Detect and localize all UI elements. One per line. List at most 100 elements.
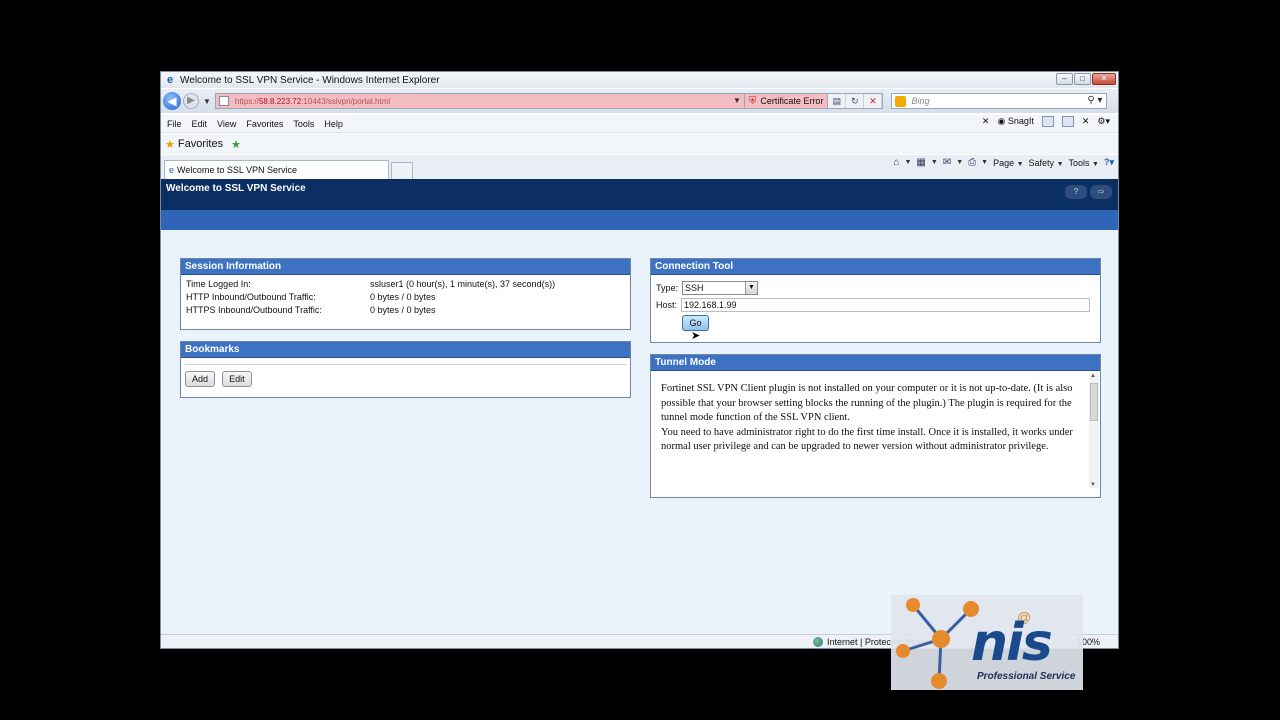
- close-window-button[interactable]: ✕: [1092, 73, 1116, 85]
- add-favorite-icon[interactable]: ★: [231, 138, 241, 151]
- browser-window: e Welcome to SSL VPN Service - Windows I…: [160, 71, 1119, 649]
- feeds-dropdown-icon[interactable]: ▼: [931, 159, 938, 166]
- certificate-error-label: Certificate Error: [760, 96, 824, 106]
- shield-warning-icon: ⛨: [748, 95, 757, 107]
- bookmarks-panel: Bookmarks Add Edit: [180, 341, 631, 398]
- mouse-cursor-icon: ➤: [691, 330, 701, 342]
- panel-title: Bookmarks: [181, 342, 630, 358]
- home-icon[interactable]: ⌂: [893, 157, 899, 168]
- help-button[interactable]: ?: [1065, 185, 1087, 199]
- safety-menu-label: Safety: [1028, 157, 1055, 168]
- new-tab-button[interactable]: [391, 162, 413, 179]
- help-icon[interactable]: ?▾: [1104, 157, 1114, 168]
- edit-bookmark-button[interactable]: Edit: [222, 371, 252, 387]
- snagit-button[interactable]: ◉ SnagIt: [997, 116, 1033, 127]
- message-scrollbar[interactable]: ▲ ▼: [1089, 373, 1099, 488]
- session-row: HTTPS Inbound/Outbound Traffic: 0 bytes …: [186, 305, 630, 318]
- watermark-tagline: Professional Service: [977, 671, 1076, 682]
- scroll-up-icon[interactable]: ▲: [1090, 373, 1096, 379]
- portal-title: Welcome to SSL VPN Service: [166, 183, 306, 194]
- globe-icon: [813, 637, 823, 647]
- logout-button[interactable]: ⇨: [1090, 185, 1112, 199]
- menu-view[interactable]: View: [217, 119, 236, 129]
- snagit-capture-icon[interactable]: [1041, 116, 1054, 127]
- portal-header: Welcome to SSL VPN Service ? ⇨: [161, 179, 1118, 210]
- address-dropdown-icon[interactable]: ▼: [733, 96, 741, 105]
- panel-title: Tunnel Mode: [651, 355, 1100, 371]
- certificate-error-button[interactable]: ⛨ Certificate Error: [744, 93, 829, 109]
- host-label: Host:: [656, 299, 678, 310]
- tunnel-mode-panel: Tunnel Mode Fortinet SSL VPN Client plug…: [650, 354, 1101, 498]
- session-value: 0 bytes / 0 bytes: [370, 305, 436, 315]
- snagit-edit-icon[interactable]: [1061, 116, 1074, 127]
- settings-icon[interactable]: ⚙▾: [1097, 116, 1110, 127]
- favorites-button[interactable]: Favorites: [178, 138, 223, 150]
- portal-bar: [161, 210, 1118, 230]
- session-label: HTTPS Inbound/Outbound Traffic:: [186, 305, 322, 315]
- menu-favorites[interactable]: Favorites: [246, 119, 283, 129]
- close-toolbar-icon-2[interactable]: ✕: [1082, 116, 1090, 127]
- tab-welcome[interactable]: e Welcome to SSL VPN Service: [164, 160, 389, 179]
- print-dropdown-icon[interactable]: ▼: [981, 159, 988, 166]
- plugin-message: Fortinet SSL VPN Client plugin is not in…: [661, 382, 1076, 455]
- molecule-logo-icon: [896, 598, 979, 689]
- scrollbar-thumb[interactable]: [1090, 383, 1098, 421]
- watermark-logo: @ nis Professional Service: [891, 595, 1083, 690]
- compatibility-view-icon[interactable]: ▤: [828, 94, 847, 108]
- scroll-down-icon[interactable]: ▼: [1090, 482, 1096, 488]
- snagit-label: SnagIt: [1007, 116, 1034, 126]
- add-bookmark-button[interactable]: Add: [185, 371, 216, 387]
- menu-file[interactable]: File: [167, 119, 182, 129]
- forward-button[interactable]: ▶: [183, 93, 199, 109]
- back-button[interactable]: ◀: [163, 92, 181, 110]
- favorites-star-icon: ★: [165, 138, 175, 151]
- stop-icon[interactable]: ✕: [864, 94, 883, 108]
- title-bar: e Welcome to SSL VPN Service - Windows I…: [161, 72, 1118, 88]
- chevron-down-icon: ▼: [1016, 160, 1024, 168]
- tab-row: e Welcome to SSL VPN Service ⌂ ▼ ▦ ▼ ✉ ▼ ⎙ ▼…: [161, 155, 1118, 179]
- session-value: ssluser1 (0 hour(s), 1 minute(s), 37 sec…: [370, 279, 556, 289]
- host-input[interactable]: 192.168.1.99: [681, 297, 1091, 312]
- minimize-button[interactable]: –: [1056, 73, 1073, 85]
- plugin-message-line-1: Fortinet SSL VPN Client plugin is not in…: [661, 383, 1073, 423]
- page-menu[interactable]: Page ▼: [993, 158, 1023, 168]
- refresh-icon[interactable]: ↻: [846, 94, 865, 108]
- menu-tools[interactable]: Tools: [293, 119, 314, 129]
- tools-menu-label: Tools: [1068, 157, 1090, 168]
- connection-tool-panel: Connection Tool Type: SSH ▼ Host: 192.16…: [650, 258, 1101, 343]
- tab-title: Welcome to SSL VPN Service: [177, 165, 298, 175]
- divider: [185, 364, 626, 365]
- mail-dropdown-icon[interactable]: ▼: [956, 159, 963, 166]
- address-bar[interactable]: https:// 58.8.223.72 :10443/sslvpn/porta…: [214, 93, 745, 109]
- history-dropdown[interactable]: ▼: [203, 97, 211, 106]
- ie-logo-icon: e: [166, 74, 174, 86]
- chevron-down-icon: ▼: [1092, 160, 1099, 168]
- chevron-down-icon: ▼: [1056, 160, 1064, 168]
- feeds-icon[interactable]: ▦: [916, 157, 925, 168]
- panel-title: Connection Tool: [651, 259, 1100, 275]
- tools-menu[interactable]: Tools ▼: [1069, 158, 1099, 168]
- page-icon: [218, 96, 229, 106]
- print-icon[interactable]: ⎙: [968, 157, 976, 168]
- search-input[interactable]: Bing ⚲ ▾: [891, 93, 1108, 109]
- session-value: 0 bytes / 0 bytes: [370, 292, 436, 302]
- close-toolbar-icon[interactable]: ✕: [982, 116, 990, 127]
- menu-help[interactable]: Help: [324, 119, 343, 129]
- safety-menu[interactable]: Safety ▼: [1029, 158, 1064, 168]
- window-title: Welcome to SSL VPN Service - Windows Int…: [180, 74, 440, 86]
- session-row: HTTP Inbound/Outbound Traffic: 0 bytes /…: [186, 292, 630, 305]
- search-icon[interactable]: ⚲ ▾: [1087, 95, 1102, 106]
- watermark-brand: nis: [971, 613, 1053, 673]
- plugin-message-line-2: You need to have administrator right to …: [661, 426, 1073, 453]
- session-label: HTTP Inbound/Outbound Traffic:: [186, 292, 316, 302]
- bing-icon: [895, 95, 907, 107]
- type-select[interactable]: SSH ▼: [682, 280, 759, 295]
- panel-title: Session Information: [181, 259, 630, 275]
- mail-icon[interactable]: ✉: [943, 157, 951, 168]
- session-label: Time Logged In:: [186, 279, 251, 289]
- maximize-button[interactable]: □: [1074, 73, 1091, 85]
- menu-edit[interactable]: Edit: [192, 119, 208, 129]
- home-dropdown-icon[interactable]: ▼: [904, 159, 911, 166]
- menu-bar: File Edit View Favorites Tools Help ✕ ◉ …: [161, 115, 1118, 133]
- page-menu-label: Page: [993, 157, 1015, 168]
